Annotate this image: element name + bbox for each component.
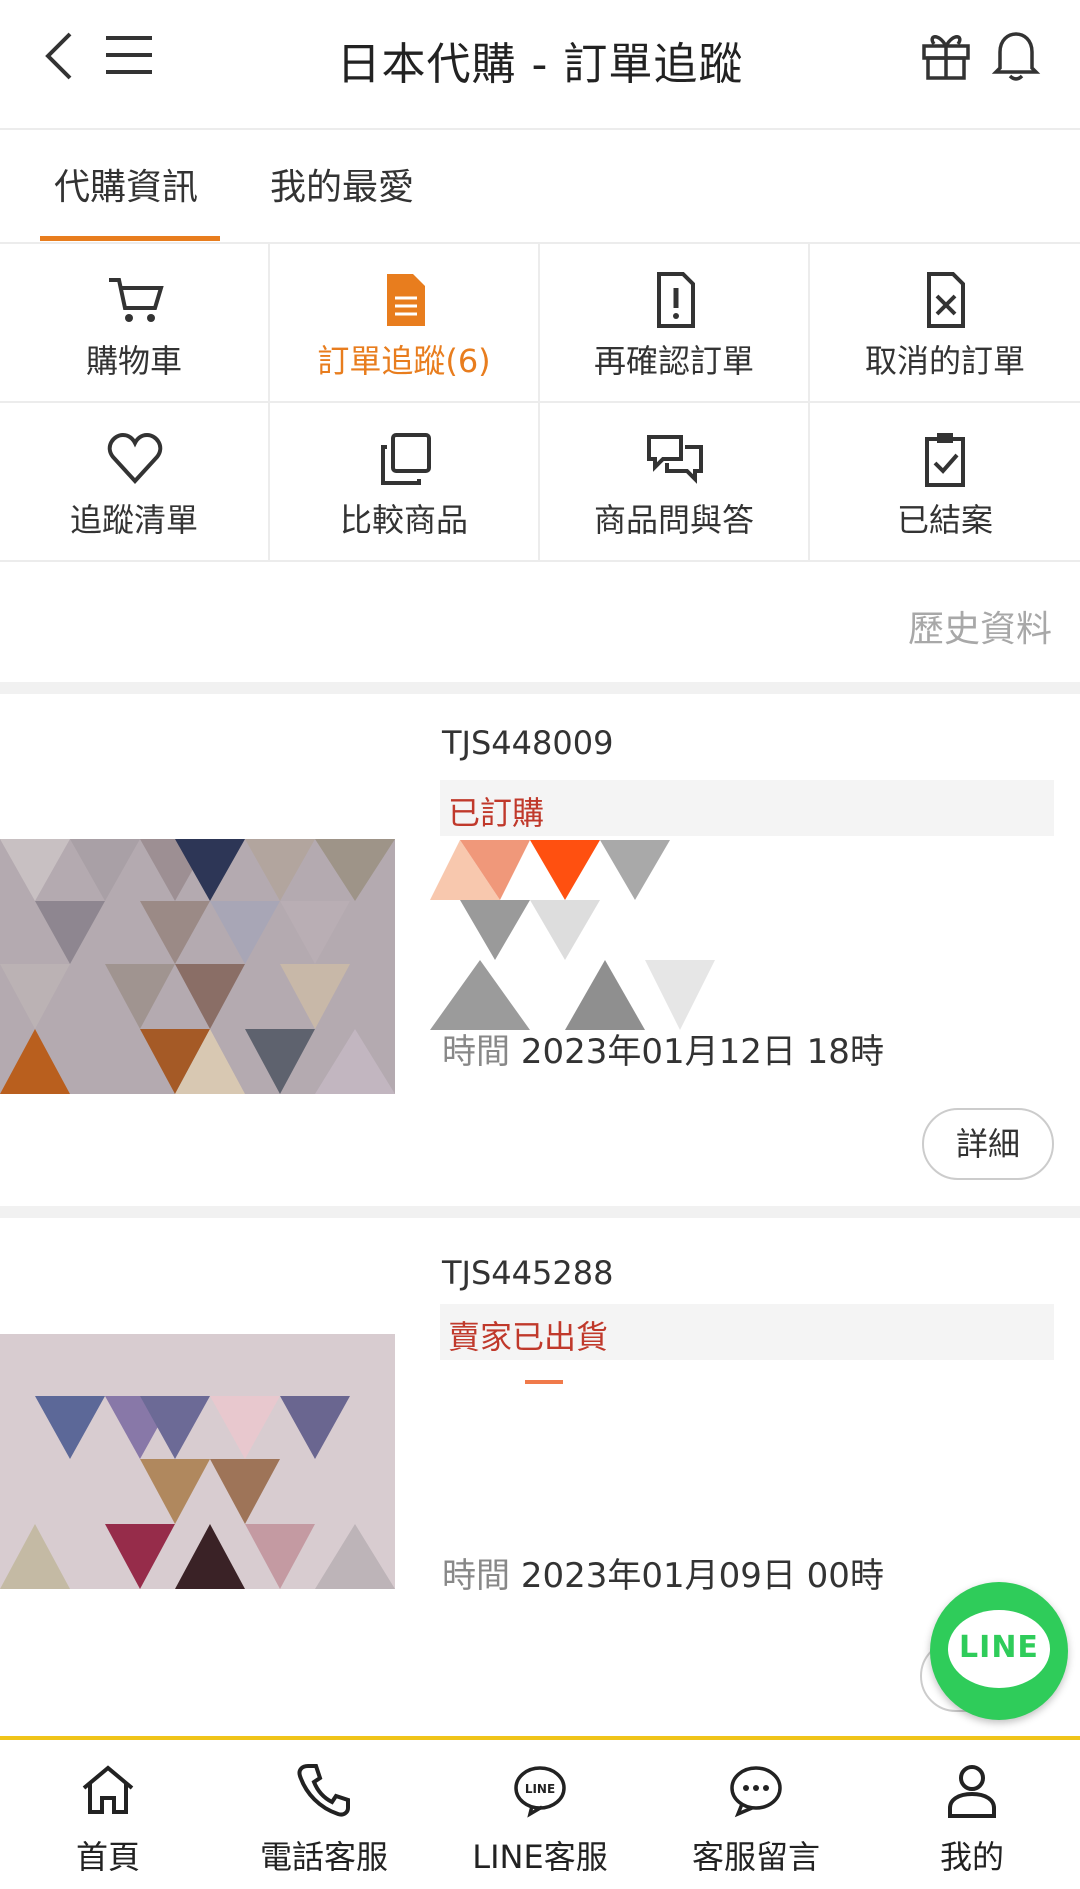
document-cancel-icon xyxy=(927,272,965,328)
time-label: 時間 xyxy=(442,1032,510,1072)
nav-home[interactable]: 首頁 xyxy=(0,1740,216,1889)
gift-icon[interactable] xyxy=(918,26,974,82)
menu-icon[interactable] xyxy=(104,32,154,78)
nav-label: 客服留言 xyxy=(691,1838,820,1876)
grid-item-label: 再確認訂單 xyxy=(593,342,754,380)
message-icon xyxy=(730,1766,782,1818)
grid-item-label: 已結案 xyxy=(896,501,993,539)
grid-item-label: 購物車 xyxy=(85,342,182,380)
document-alert-icon xyxy=(657,272,695,328)
order-card: TJS448009 已訂購 時間 2023年01月12日 18時 詳細 xyxy=(0,694,1080,1206)
nav-line-support[interactable]: LINE LINE客服 xyxy=(432,1740,648,1889)
grid-item-watchlist[interactable]: 追蹤清單 xyxy=(0,403,270,562)
grid-item-cart[interactable]: 購物車 xyxy=(0,244,270,403)
order-number: TJS445288 xyxy=(442,1254,614,1292)
grid-item-qa[interactable]: 商品問與答 xyxy=(540,403,810,562)
order-card: TJS445288 賣家已出貨 時間 2023年01月09日 00時 xyxy=(0,1218,1080,1736)
grid-item-cancelled-orders[interactable]: 取消的訂單 xyxy=(810,244,1080,403)
grid-item-compare[interactable]: 比較商品 xyxy=(270,403,540,562)
time-value: 2023年01月09日 00時 xyxy=(520,1556,884,1596)
top-app-bar: 日本代購 - 訂單追蹤 xyxy=(0,0,1080,130)
nav-label: 電話客服 xyxy=(259,1838,388,1876)
feature-grid: 購物車 訂單追蹤(6) 再確認訂單 取消的訂單 追蹤清單 比較商品 商品問與答 … xyxy=(0,242,1080,562)
detail-button[interactable]: 詳細 xyxy=(922,1108,1054,1180)
grid-item-label: 追蹤清單 xyxy=(69,501,198,539)
cart-icon xyxy=(109,278,164,322)
time-value: 2023年01月12日 18時 xyxy=(520,1032,884,1072)
user-icon xyxy=(948,1765,996,1818)
order-number: TJS448009 xyxy=(442,724,614,762)
nav-label: LINE客服 xyxy=(472,1838,608,1876)
grid-item-label: 比較商品 xyxy=(339,501,468,539)
status-badge: 已訂購 xyxy=(440,780,1054,836)
grid-item-label: 取消的訂單 xyxy=(864,342,1025,380)
heart-icon xyxy=(107,432,163,484)
phone-icon xyxy=(297,1764,350,1817)
page-title: 日本代購 - 訂單追蹤 xyxy=(336,39,744,90)
active-tab-indicator xyxy=(40,236,220,241)
nav-label: 我的 xyxy=(939,1838,1004,1876)
svg-text:LINE: LINE xyxy=(525,1782,555,1796)
document-icon xyxy=(387,274,425,326)
back-icon[interactable] xyxy=(40,28,80,84)
grid-item-label: 訂單追蹤(6) xyxy=(317,342,491,380)
nav-label: 首頁 xyxy=(75,1838,140,1876)
grid-item-order-tracking[interactable]: 訂單追蹤(6) xyxy=(270,244,540,403)
bell-icon[interactable] xyxy=(990,26,1042,82)
section-divider xyxy=(0,682,1080,694)
copy-icon xyxy=(381,433,431,485)
grid-item-reconfirm-order[interactable]: 再確認訂單 xyxy=(540,244,810,403)
chat-icon xyxy=(647,435,703,484)
nav-message[interactable]: 客服留言 xyxy=(648,1740,864,1889)
product-thumbnail[interactable] xyxy=(0,839,395,1094)
product-name-blurred xyxy=(525,1380,563,1384)
line-chat-fab[interactable]: LINE xyxy=(930,1582,1068,1720)
order-status: 已訂購 xyxy=(448,794,545,832)
order-status: 賣家已出貨 xyxy=(448,1318,609,1356)
status-badge: 賣家已出貨 xyxy=(440,1304,1054,1360)
grid-item-closed[interactable]: 已結案 xyxy=(810,403,1080,562)
grid-item-label: 商品問與答 xyxy=(593,501,754,539)
product-name-blurred xyxy=(430,840,715,1030)
order-time: 時間 2023年01月12日 18時 xyxy=(442,1024,884,1073)
home-icon xyxy=(82,1765,134,1814)
section-divider xyxy=(0,1206,1080,1218)
nav-my-account[interactable]: 我的 xyxy=(864,1740,1080,1889)
nav-phone-support[interactable]: 電話客服 xyxy=(216,1740,432,1889)
product-thumbnail[interactable] xyxy=(0,1334,395,1589)
time-label: 時間 xyxy=(442,1556,510,1596)
tab-purchase-info[interactable]: 代購資訊 xyxy=(54,158,198,210)
clipboard-check-icon xyxy=(925,433,965,487)
line-fab-label: LINE xyxy=(959,1630,1039,1665)
tab-bar: 代購資訊 我的最愛 xyxy=(0,132,1080,242)
tab-favorites[interactable]: 我的最愛 xyxy=(270,158,414,210)
order-time: 時間 2023年01月09日 00時 xyxy=(442,1548,884,1597)
history-link[interactable]: 歷史資料 xyxy=(908,600,1052,652)
bottom-navigation: 首頁 電話客服 LINE LINE客服 客服留言 我的 xyxy=(0,1736,1080,1889)
line-icon: LINE xyxy=(514,1766,566,1818)
